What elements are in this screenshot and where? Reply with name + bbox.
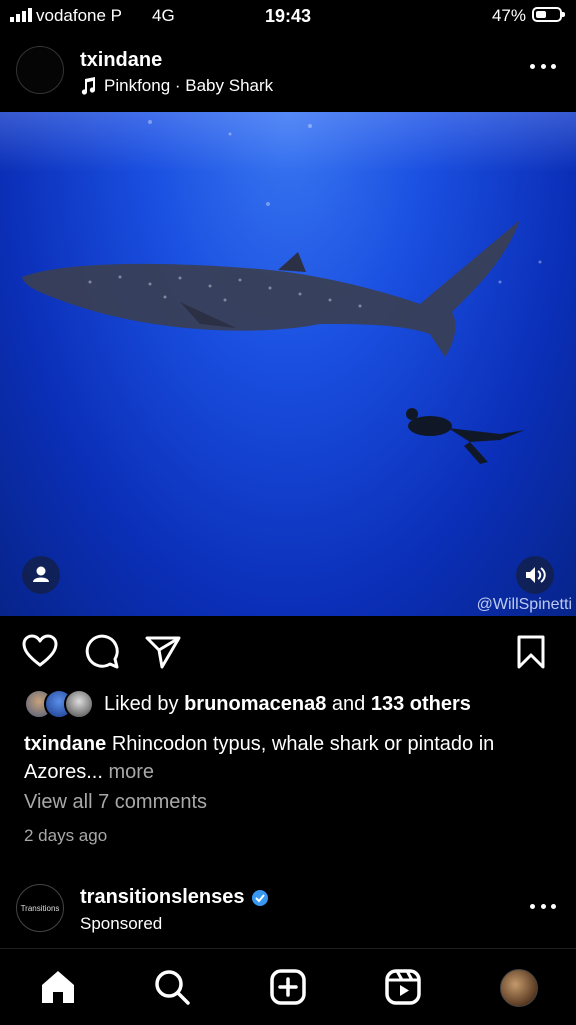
post-username[interactable]: txindane [80,49,162,72]
music-label: Pinkfong · Baby Shark [104,76,274,95]
create-icon[interactable] [268,967,308,1007]
music-note-icon [81,77,96,95]
battery-fill [536,11,546,18]
battery-icon [532,7,565,22]
whale-shark-photo [22,120,542,464]
music-link[interactable]: Pinkfong · Baby Shark [80,76,273,96]
user-tag-icon [33,566,49,582]
liked-by-prefix: Liked by [104,692,179,715]
comment-icon[interactable] [84,634,120,670]
liked-by-joiner: and [331,692,366,715]
post-caption: txindane Rhincodon typus, whale shark or… [24,730,564,786]
search-icon[interactable] [152,967,192,1007]
avatar[interactable] [16,46,64,94]
bottom-tab-bar [0,948,576,1025]
photo-credit: @WillSpinetti [476,596,572,613]
post-media[interactable]: @WillSpinetti [0,112,576,616]
verified-badge-icon [251,889,268,906]
volume-button[interactable] [516,556,554,594]
sponsored-more-button[interactable] [530,904,556,912]
post-actions [0,624,576,682]
diver [406,408,525,464]
brand-avatar[interactable]: Transitions [16,884,64,932]
tagged-users-button[interactable] [22,556,60,594]
liker-avatar [64,689,94,719]
view-comments-link[interactable]: View all 7 comments [24,791,207,814]
liked-by-user[interactable]: brunomacena8 [184,693,326,715]
bookmark-icon[interactable] [514,634,548,670]
likes-summary[interactable]: Liked by brunomacena8 and 133 others [24,688,564,720]
clock: 19:43 [264,6,312,26]
post-timestamp: 2 days ago [24,826,108,845]
profile-avatar [500,969,538,1007]
send-icon[interactable] [144,634,182,670]
liked-by-others[interactable]: 133 others [371,693,471,715]
sponsored-username-row[interactable]: transitionslenses [80,886,269,909]
post-header: txindane Pinkfong · Baby Shark [0,36,576,110]
more-options-button[interactable] [530,64,556,72]
battery-percent: 47% [491,6,526,25]
home-icon[interactable] [38,967,78,1007]
sponsored-label: Sponsored [80,914,163,933]
brand-avatar-text: Transitions [20,903,60,913]
volume-icon [526,567,546,583]
profile-tab[interactable] [500,969,540,1009]
reels-icon[interactable] [383,967,423,1007]
heart-icon[interactable] [22,634,58,668]
caption-username[interactable]: txindane [24,733,106,755]
caption-more-link[interactable]: more [108,761,154,783]
status-bar: vodafone P 4G 19:43 47% [0,0,576,32]
sponsored-username[interactable]: transitionslenses [80,886,245,909]
sponsored-post-header: Transitions transitionslenses Sponsored [0,876,576,940]
